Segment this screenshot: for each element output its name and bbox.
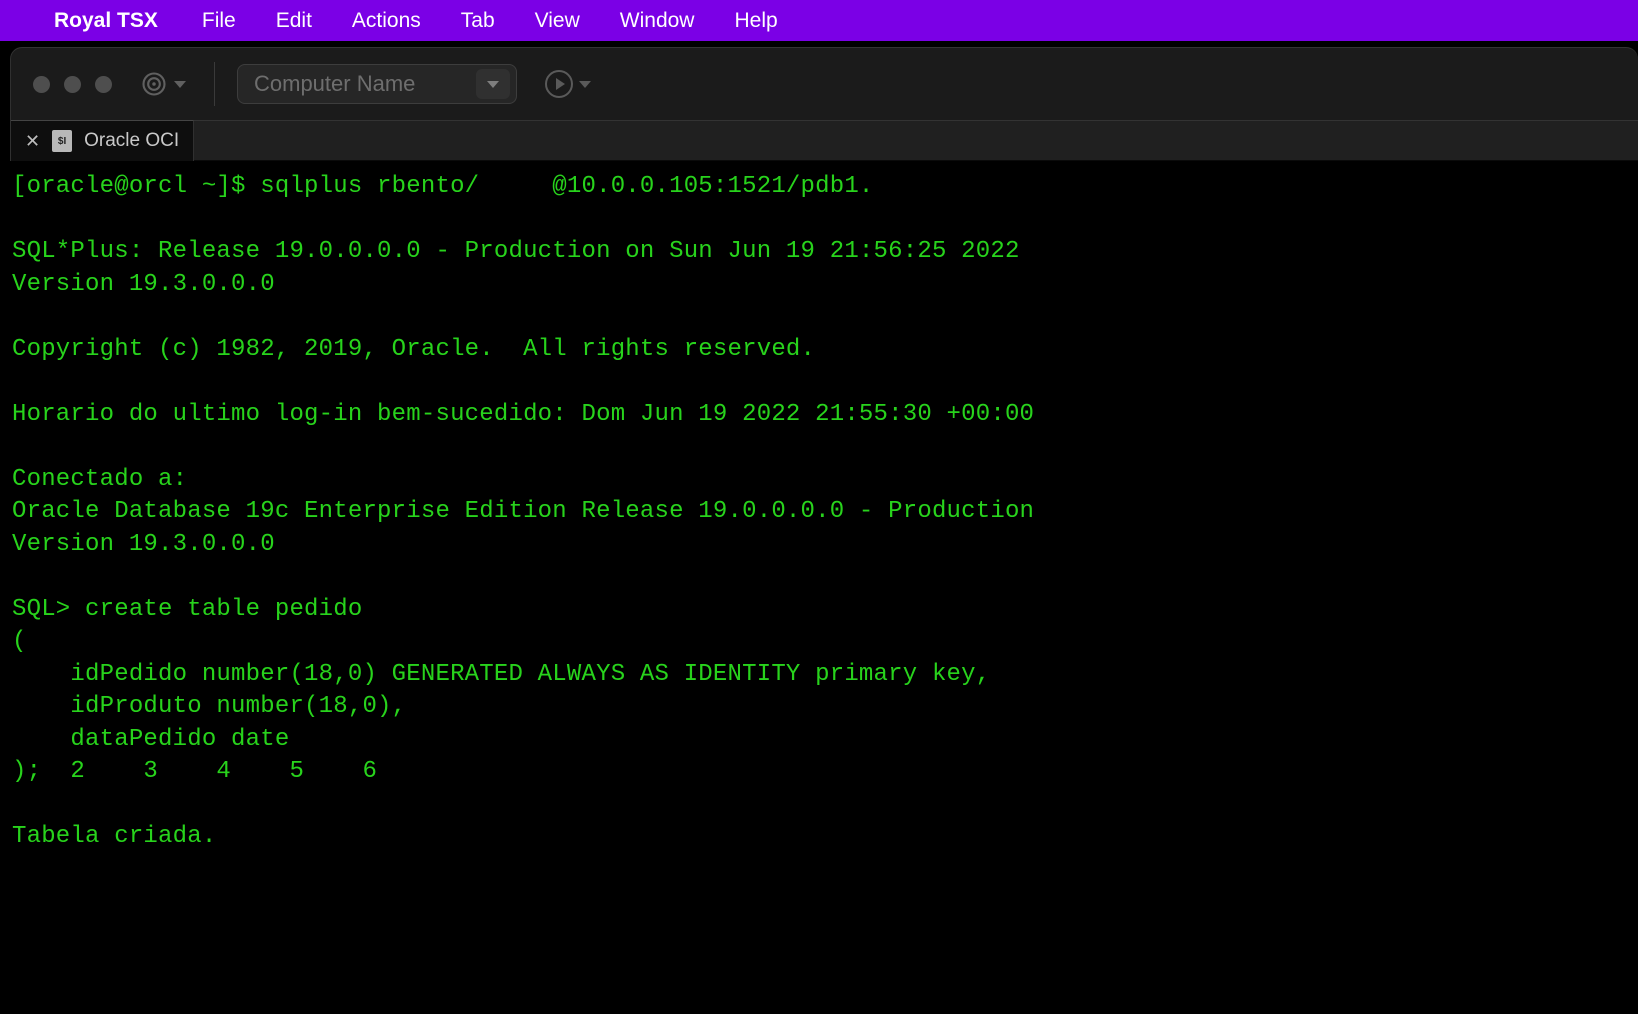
terminal-line [12,431,1628,464]
terminal-line [12,204,1628,237]
traffic-lights [33,76,112,93]
terminal-line: [oracle@orcl ~]$ sqlplus rbento/ @10.0.0… [12,171,1628,204]
terminal-line: Horario do ultimo log-in bem-sucedido: D… [12,399,1628,432]
terminal-line [12,301,1628,334]
target-dropdown-button[interactable] [140,70,186,98]
chevron-down-icon [579,81,591,88]
terminal-output[interactable]: [oracle@orcl ~]$ sqlplus rbento/ @10.0.0… [0,161,1638,1014]
tab-oracle-oci[interactable]: ✕ $I Oracle OCI [11,120,194,161]
computer-name-placeholder: Computer Name [254,71,415,97]
menu-window[interactable]: Window [604,9,711,33]
terminal-line: idPedido number(18,0) GENERATED ALWAYS A… [12,659,1628,692]
terminal-line [12,561,1628,594]
terminal-line: Version 19.3.0.0.0 [12,269,1628,302]
app-name[interactable]: Royal TSX [50,9,178,33]
terminal-line [12,366,1628,399]
terminal-line: Conectado a: [12,464,1628,497]
terminal-line: SQL*Plus: Release 19.0.0.0.0 - Productio… [12,236,1628,269]
terminal-line: ); 2 3 4 5 6 [12,756,1628,789]
play-icon [545,70,573,98]
target-icon [140,70,168,98]
tab-bar: ✕ $I Oracle OCI [11,120,1638,161]
menu-file[interactable]: File [186,9,252,33]
menu-actions[interactable]: Actions [336,9,437,33]
close-window-button[interactable] [33,76,50,93]
terminal-line [12,789,1628,822]
tab-bar-empty [194,120,1638,161]
terminal-line: Tabela criada. [12,821,1628,854]
terminal-line: SQL> create table pedido [12,594,1628,627]
computer-name-field[interactable]: Computer Name [237,64,517,104]
terminal-line: Copyright (c) 1982, 2019, Oracle. All ri… [12,334,1628,367]
menu-tab[interactable]: Tab [445,9,511,33]
menu-help[interactable]: Help [718,9,793,33]
chevron-down-icon [487,81,499,88]
terminal-line: dataPedido date [12,724,1628,757]
connect-dropdown-button[interactable] [545,70,591,98]
window-area: Computer Name ✕ $I Oracle OCI [0,47,1638,1014]
terminal-doc-icon: $I [52,130,72,152]
zoom-window-button[interactable] [95,76,112,93]
menu-view[interactable]: View [519,9,596,33]
menubar: Royal TSX File Edit Actions Tab View Win… [0,0,1638,41]
close-tab-icon[interactable]: ✕ [25,132,40,150]
minimize-window-button[interactable] [64,76,81,93]
tab-label: Oracle OCI [84,130,179,152]
terminal-line: ( [12,626,1628,659]
terminal-line: idProduto number(18,0), [12,691,1628,724]
terminal-line: Oracle Database 19c Enterprise Edition R… [12,496,1628,529]
toolbar-divider [214,62,215,106]
computer-name-dropdown-button[interactable] [476,69,510,99]
window-toolbar: Computer Name [11,48,1638,120]
chevron-down-icon [174,81,186,88]
menu-edit[interactable]: Edit [260,9,328,33]
terminal-line: Version 19.3.0.0.0 [12,529,1628,562]
